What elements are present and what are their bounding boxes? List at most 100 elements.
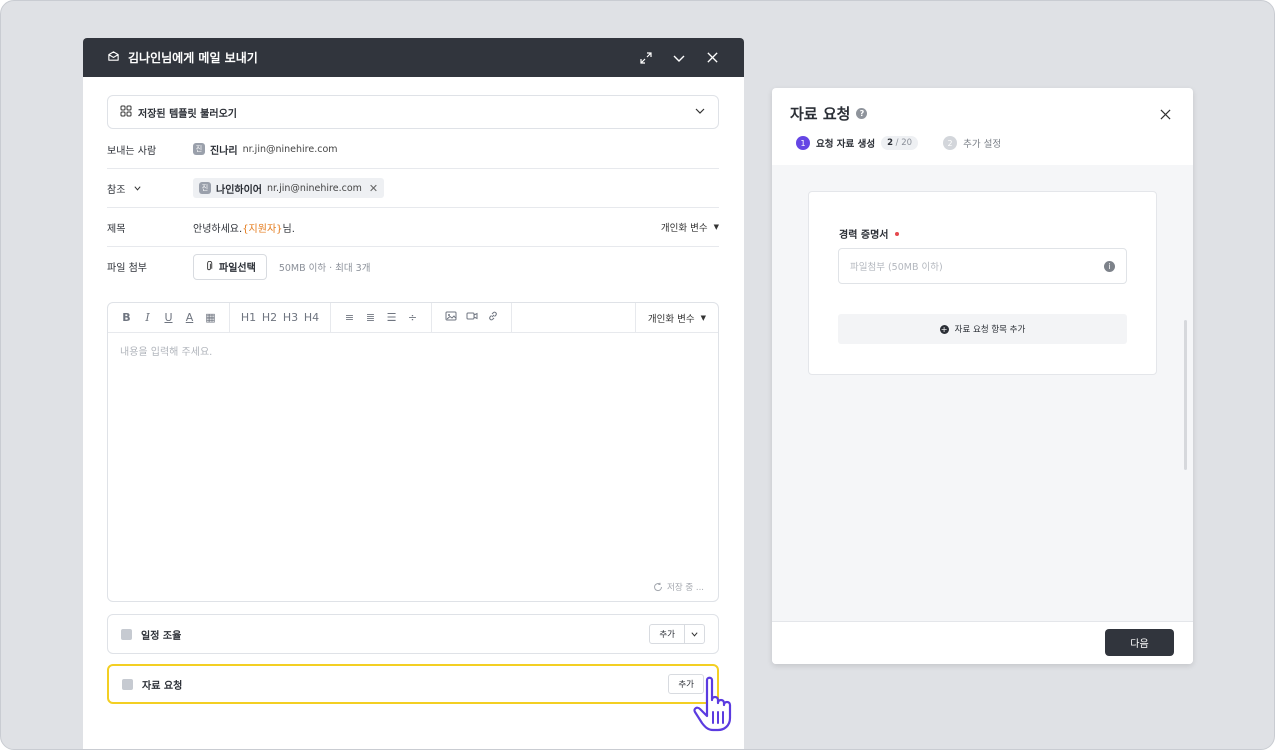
attach-label: 파일 첨부 bbox=[107, 263, 147, 274]
attach-row: 파일 첨부 파일선택 50MB 이하 · 최대 3개 bbox=[107, 247, 719, 286]
image-icon[interactable] bbox=[440, 310, 461, 325]
schedule-card: 일정 조율 추가 bbox=[107, 614, 719, 654]
italic-button[interactable]: I bbox=[137, 311, 158, 324]
request-card: 자료 요청 추가 bbox=[107, 664, 719, 704]
schedule-add-button[interactable]: 추가 bbox=[649, 624, 705, 644]
list-group: ≡ ≣ ☰ ÷ bbox=[331, 303, 432, 332]
data-request-panel: 자료 요청 ? 1 요청 자료 생성 2 / 20 2 추가 설정 경력 증명서… bbox=[772, 88, 1193, 664]
from-row: 보내는 사람 진 진나리 nr.jin@ninehire.com bbox=[107, 130, 719, 169]
document-icon bbox=[122, 678, 133, 690]
close-icon[interactable] bbox=[704, 50, 720, 66]
cc-label: 참조 bbox=[107, 184, 126, 196]
subject-suffix: 님. bbox=[282, 223, 295, 235]
avatar: 진 bbox=[199, 182, 211, 194]
required-dot bbox=[895, 231, 900, 236]
template-select[interactable]: 저장된 템플릿 불러오기 bbox=[107, 95, 719, 129]
request-item-card: 경력 증명서 파일첨부 (50MB 이하) i + 자료 요청 항목 추가 bbox=[808, 191, 1157, 375]
paperclip-icon bbox=[207, 261, 213, 271]
request-label: 자료 요청 bbox=[142, 680, 183, 692]
refresh-icon bbox=[654, 582, 663, 592]
help-icon[interactable]: ? bbox=[856, 108, 868, 119]
step-create[interactable]: 1 요청 자료 생성 2 / 20 bbox=[796, 136, 919, 150]
panel-body: 경력 증명서 파일첨부 (50MB 이하) i + 자료 요청 항목 추가 bbox=[772, 165, 1193, 621]
cc-name: 나인하이어 bbox=[216, 184, 262, 196]
plus-circle-icon: + bbox=[939, 324, 949, 334]
mail-compose-modal: 김나인님에게 메일 보내기 저장된 템플릿 불러오기 보내는 사람 진 진나리 … bbox=[83, 38, 744, 749]
cc-row: 참조 진 나인하이어 nr.jin@ninehire.com ✕ bbox=[107, 169, 719, 208]
text-color-button[interactable]: A bbox=[179, 311, 200, 324]
bold-button[interactable]: B bbox=[116, 311, 137, 324]
file-attach-input[interactable]: 파일첨부 (50MB 이하) i bbox=[838, 248, 1127, 284]
saving-status: 저장 중 ... bbox=[653, 581, 704, 593]
heading4-button[interactable]: H4 bbox=[301, 311, 322, 324]
step-label: 추가 설정 bbox=[963, 139, 1002, 150]
step-label: 요청 자료 생성 bbox=[816, 139, 876, 150]
variable-select-label: 개인화 변수 bbox=[647, 313, 695, 325]
mail-title: 김나인님에게 메일 보내기 bbox=[128, 51, 258, 65]
info-icon[interactable]: i bbox=[1104, 260, 1115, 272]
format-group: B I U A ▦ bbox=[108, 303, 230, 332]
mail-envelope-icon bbox=[107, 48, 120, 67]
cc-toggle[interactable]: 참조 bbox=[107, 181, 193, 196]
editor-variable-select[interactable]: 개인화 변수 ▼ bbox=[634, 303, 718, 332]
editor-toolbar: B I U A ▦ H1 H2 H3 H4 ≡ ≣ ☰ ÷ 개인화 변수 ▼ bbox=[108, 303, 718, 333]
sender-email: nr.jin@ninehire.com bbox=[242, 143, 338, 155]
scrollbar[interactable] bbox=[1184, 320, 1187, 470]
chevron-down-icon bbox=[694, 105, 706, 120]
heading2-button[interactable]: H2 bbox=[259, 311, 280, 324]
expand-icon[interactable] bbox=[638, 50, 654, 66]
calendar-icon bbox=[121, 628, 132, 640]
step-settings[interactable]: 2 추가 설정 bbox=[943, 136, 1001, 150]
chevron-down-icon bbox=[134, 185, 141, 191]
subject-row: 제목 안녕하세요. {지원자} 님. 개인화 변수 ▼ bbox=[107, 208, 719, 247]
cc-chip: 진 나인하이어 nr.jin@ninehire.com ✕ bbox=[193, 178, 385, 198]
count-total: 20 bbox=[901, 138, 913, 148]
from-label: 보내는 사람 bbox=[107, 145, 157, 157]
table-button[interactable]: ▦ bbox=[200, 311, 221, 324]
subject-label: 제목 bbox=[107, 223, 126, 235]
subject-variable-select[interactable]: 개인화 변수 ▼ bbox=[661, 220, 719, 234]
cc-email: nr.jin@ninehire.com bbox=[267, 182, 362, 194]
underline-button[interactable]: U bbox=[158, 311, 179, 324]
next-button[interactable]: 다음 bbox=[1105, 629, 1174, 656]
grid-icon bbox=[120, 105, 132, 120]
caret-down-icon: ▼ bbox=[713, 223, 719, 231]
sender-name: 진나리 bbox=[210, 145, 238, 157]
step-number: 1 bbox=[796, 136, 810, 150]
subject-prefix: 안녕하세요. bbox=[193, 223, 243, 235]
close-icon[interactable] bbox=[1160, 105, 1171, 124]
saving-text: 저장 중 ... bbox=[667, 583, 704, 593]
attach-hint: 50MB 이하 · 최대 3개 bbox=[278, 262, 371, 274]
video-icon[interactable] bbox=[461, 310, 482, 325]
editor-placeholder: 내용을 입력해 주세요. bbox=[120, 347, 213, 358]
file-select-button[interactable]: 파일선택 bbox=[193, 253, 267, 280]
link-icon[interactable] bbox=[482, 310, 503, 325]
remove-chip-icon[interactable]: ✕ bbox=[369, 182, 378, 195]
item-count-badge: 2 / 20 bbox=[881, 136, 919, 150]
bullet-list-button[interactable]: ≣ bbox=[360, 311, 381, 324]
schedule-label: 일정 조율 bbox=[141, 630, 182, 642]
divider-button[interactable]: ÷ bbox=[402, 311, 423, 324]
add-request-item-button[interactable]: + 자료 요청 항목 추가 bbox=[838, 314, 1127, 344]
subject-input[interactable]: 안녕하세요. {지원자} 님. bbox=[193, 220, 661, 235]
subject-variable: {지원자} bbox=[242, 223, 283, 235]
ordered-list-button[interactable]: ≡ bbox=[339, 311, 360, 324]
media-group bbox=[432, 303, 512, 332]
template-label: 저장된 템플릿 불러오기 bbox=[138, 108, 237, 120]
chevron-down-icon[interactable] bbox=[684, 625, 704, 643]
collapse-chevron-icon[interactable] bbox=[671, 50, 687, 66]
field-label-text: 경력 증명서 bbox=[839, 230, 889, 241]
align-button[interactable]: ☰ bbox=[381, 311, 402, 324]
heading1-button[interactable]: H1 bbox=[238, 311, 259, 324]
step-number: 2 bbox=[943, 136, 958, 150]
heading3-button[interactable]: H3 bbox=[280, 311, 301, 324]
caret-down-icon: ▼ bbox=[700, 313, 706, 322]
variable-select-label: 개인화 변수 bbox=[660, 223, 708, 234]
body-editor[interactable]: B I U A ▦ H1 H2 H3 H4 ≡ ≣ ☰ ÷ 개인화 변수 ▼ 내… bbox=[107, 302, 719, 602]
panel-title: 자료 요청 ? bbox=[790, 103, 868, 124]
field-label: 경력 증명서 bbox=[839, 226, 900, 241]
stepper: 1 요청 자료 생성 2 / 20 2 추가 설정 bbox=[796, 136, 1026, 150]
file-select-label: 파일선택 bbox=[219, 263, 256, 274]
panel-footer: 다음 bbox=[772, 621, 1193, 664]
stage: 김나인님에게 메일 보내기 저장된 템플릿 불러오기 보내는 사람 진 진나리 … bbox=[0, 0, 1275, 750]
